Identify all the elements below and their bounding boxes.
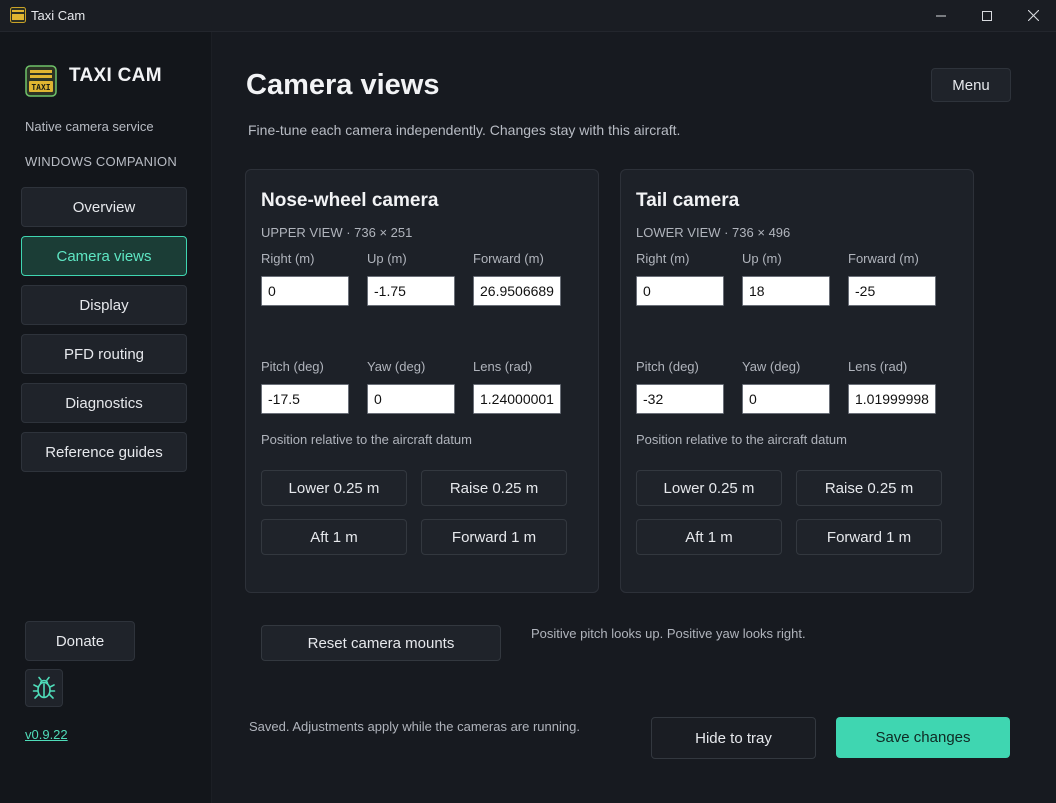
bug-icon <box>32 676 56 699</box>
version-link[interactable]: v0.9.22 <box>25 727 68 742</box>
hide-to-tray-button[interactable]: Hide to tray <box>651 717 816 759</box>
button-label: Save changes <box>875 729 971 746</box>
camera-card-nose-wheel: Nose-wheel camera UPPER VIEW · 736 × 251… <box>245 169 599 593</box>
nav-label: Display <box>79 296 129 314</box>
field-label-right: Right (m) <box>636 251 690 266</box>
aft-button[interactable]: Aft 1 m <box>261 519 407 555</box>
card-title: Tail camera <box>636 190 740 211</box>
reset-camera-mounts-button[interactable]: Reset camera mounts <box>261 625 501 661</box>
lens-input[interactable] <box>848 384 936 414</box>
nav-pfd-routing[interactable]: PFD routing <box>21 334 187 374</box>
sidebar-caption: WINDOWS COMPANION <box>25 154 177 169</box>
raise-button[interactable]: Raise 0.25 m <box>796 470 942 506</box>
button-label: Raise 0.25 m <box>449 479 539 497</box>
pitch-input[interactable] <box>261 384 349 414</box>
menu-label: Menu <box>952 76 990 94</box>
donate-label: Donate <box>55 632 105 650</box>
camera-card-tail: Tail camera LOWER VIEW · 736 × 496 Right… <box>620 169 974 593</box>
nav-diagnostics[interactable]: Diagnostics <box>21 383 187 423</box>
up-input[interactable] <box>742 276 830 306</box>
donate-button[interactable]: Donate <box>25 621 135 661</box>
button-label: Hide to tray <box>695 729 772 747</box>
forward-button[interactable]: Forward 1 m <box>421 519 567 555</box>
nav-reference-guides[interactable]: Reference guides <box>21 432 187 472</box>
button-label: Forward 1 m <box>451 528 537 546</box>
forward-input[interactable] <box>473 276 561 306</box>
camera-view-info: UPPER VIEW · 736 × 251 <box>261 225 413 240</box>
button-label: Aft 1 m <box>685 528 733 546</box>
close-button[interactable] <box>1010 0 1056 31</box>
nav-overview[interactable]: Overview <box>21 187 187 227</box>
nav-label: Overview <box>72 198 136 216</box>
button-label: Aft 1 m <box>310 528 358 546</box>
nav-label: Diagnostics <box>65 394 143 412</box>
yaw-input[interactable] <box>742 384 830 414</box>
sidebar-subtitle: Native camera service <box>25 119 154 134</box>
nav-label: Reference guides <box>45 443 163 461</box>
field-label-forward: Forward (m) <box>848 251 919 266</box>
button-label: Raise 0.25 m <box>824 479 914 497</box>
forward-button[interactable]: Forward 1 m <box>796 519 942 555</box>
field-label-yaw: Yaw (deg) <box>367 359 426 374</box>
pitch-yaw-hint: Positive pitch looks up. Positive yaw lo… <box>531 626 806 641</box>
button-label: Lower 0.25 m <box>288 479 380 497</box>
page-title: Camera views <box>246 69 440 101</box>
aft-button[interactable]: Aft 1 m <box>636 519 782 555</box>
taxi-logo: TAXI <box>25 65 57 97</box>
field-label-lens: Lens (rad) <box>848 359 908 374</box>
logo-text: TAXI <box>31 83 50 92</box>
bug-report-button[interactable] <box>25 669 63 707</box>
pitch-input[interactable] <box>636 384 724 414</box>
brand-name: TAXI CAM <box>69 65 162 86</box>
card-title: Nose-wheel camera <box>261 190 439 211</box>
title-bar: Taxi Cam <box>0 0 1056 32</box>
field-label-forward: Forward (m) <box>473 251 544 266</box>
button-label: Lower 0.25 m <box>663 479 755 497</box>
lower-button[interactable]: Lower 0.25 m <box>636 470 782 506</box>
datum-note: Position relative to the aircraft datum <box>261 432 472 447</box>
datum-note: Position relative to the aircraft datum <box>636 432 847 447</box>
minimize-button[interactable] <box>918 0 964 31</box>
save-changes-button[interactable]: Save changes <box>836 717 1010 758</box>
right-input[interactable] <box>636 276 724 306</box>
sidebar: TAXI TAXI CAM Native camera service WIND… <box>0 32 212 803</box>
field-label-up: Up (m) <box>742 251 782 266</box>
field-label-pitch: Pitch (deg) <box>261 359 324 374</box>
up-input[interactable] <box>367 276 455 306</box>
button-label: Reset camera mounts <box>307 634 455 652</box>
app-icon <box>10 7 26 23</box>
button-label: Forward 1 m <box>826 528 912 546</box>
maximize-button[interactable] <box>964 0 1010 31</box>
right-input[interactable] <box>261 276 349 306</box>
camera-view-info: LOWER VIEW · 736 × 496 <box>636 225 791 240</box>
field-label-lens: Lens (rad) <box>473 359 533 374</box>
menu-button[interactable]: Menu <box>931 68 1011 102</box>
lens-input[interactable] <box>473 384 561 414</box>
status-message: Saved. Adjustments apply while the camer… <box>249 719 580 734</box>
nav-label: PFD routing <box>63 345 145 363</box>
field-label-right: Right (m) <box>261 251 315 266</box>
nav-display[interactable]: Display <box>21 285 187 325</box>
field-label-up: Up (m) <box>367 251 407 266</box>
forward-input[interactable] <box>848 276 936 306</box>
raise-button[interactable]: Raise 0.25 m <box>421 470 567 506</box>
nav-label: Camera views <box>56 247 152 265</box>
nav-camera-views[interactable]: Camera views <box>21 236 187 276</box>
window-title: Taxi Cam <box>31 8 86 23</box>
lower-button[interactable]: Lower 0.25 m <box>261 470 407 506</box>
field-label-pitch: Pitch (deg) <box>636 359 699 374</box>
page-subtitle: Fine-tune each camera independently. Cha… <box>248 122 681 138</box>
field-label-yaw: Yaw (deg) <box>742 359 801 374</box>
yaw-input[interactable] <box>367 384 455 414</box>
